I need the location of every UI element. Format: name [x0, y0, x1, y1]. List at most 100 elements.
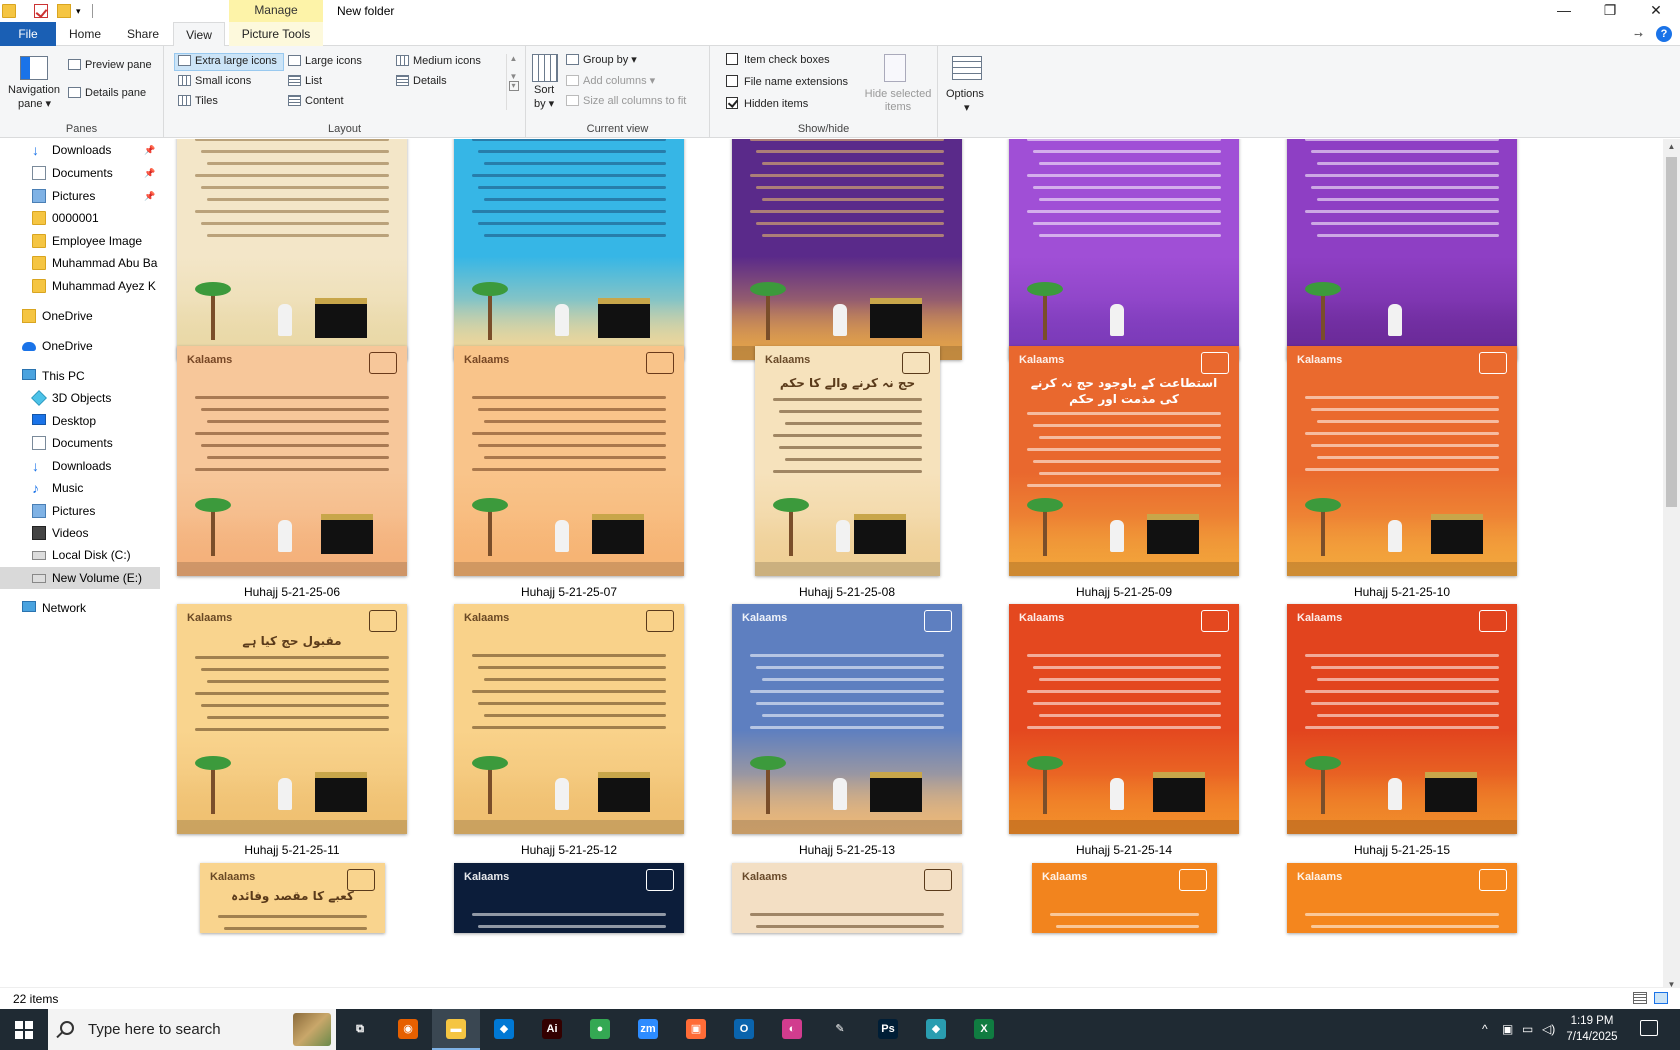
- taskbar-affinity-button[interactable]: ◐: [768, 1009, 816, 1050]
- sidebar-item[interactable]: Network: [0, 597, 160, 619]
- customize-quick-access-icon[interactable]: ▾: [76, 6, 86, 16]
- file-name-label[interactable]: Huhajj 5-21-25-13: [709, 843, 985, 857]
- taskbar-excel-button[interactable]: X: [960, 1009, 1008, 1050]
- image-thumbnail[interactable]: [177, 139, 407, 360]
- sidebar-item[interactable]: Muhammad Ayez K: [0, 275, 160, 297]
- tab-view[interactable]: View: [173, 22, 225, 47]
- sidebar-item[interactable]: OneDrive: [0, 305, 160, 327]
- item-check-boxes-checkbox[interactable]: [726, 53, 738, 65]
- image-thumbnail[interactable]: [732, 139, 962, 360]
- sidebar-item[interactable]: Videos: [0, 522, 160, 544]
- vertical-scrollbar[interactable]: ▲ ▼: [1663, 139, 1680, 993]
- file-name-label[interactable]: Huhajj 5-21-25-07: [431, 585, 707, 599]
- layout-tiles[interactable]: Tiles: [178, 95, 218, 107]
- image-thumbnail[interactable]: Kalaams: [454, 604, 684, 834]
- options-icon[interactable]: [952, 56, 982, 80]
- sidebar-item[interactable]: ♪ Music: [0, 477, 160, 499]
- taskbar-vscode-button[interactable]: ◆: [480, 1009, 528, 1050]
- sidebar-item[interactable]: Documents 📌: [0, 162, 160, 184]
- file-name-label[interactable]: Huhajj 5-21-25-15: [1264, 843, 1540, 857]
- image-thumbnail[interactable]: Kalaams: [732, 604, 962, 834]
- options-button[interactable]: Options: [946, 88, 984, 100]
- sidebar-item[interactable]: Pictures: [0, 500, 160, 522]
- camera-icon[interactable]: ▣: [1502, 1022, 1513, 1036]
- volume-icon[interactable]: ◁): [1542, 1022, 1555, 1036]
- size-all-columns-button[interactable]: Size all columns to fit: [566, 95, 686, 107]
- layout-medium-icons[interactable]: Medium icons: [396, 55, 481, 67]
- layout-details[interactable]: Details: [396, 75, 447, 87]
- hide-selected-items-button[interactable]: Hide selected: [860, 88, 936, 100]
- sidebar-item[interactable]: ↓ Downloads 📌: [0, 139, 160, 161]
- image-thumbnail[interactable]: Kalaams: [177, 346, 407, 576]
- sidebar-item[interactable]: Local Disk (C:): [0, 544, 160, 566]
- sidebar-item[interactable]: 3D Objects: [0, 387, 160, 409]
- item-check-boxes-toggle[interactable]: Item check boxes: [726, 53, 830, 66]
- hidden-items-checkbox[interactable]: [726, 97, 738, 109]
- navigation-pane-icon[interactable]: [20, 56, 48, 80]
- file-name-label[interactable]: Huhajj 5-21-25-11: [160, 843, 430, 857]
- file-name-label[interactable]: Huhajj 5-21-25-14: [986, 843, 1262, 857]
- group-by-button[interactable]: Group by ▾: [566, 53, 637, 66]
- show-hidden-icons-icon[interactable]: ^: [1482, 1022, 1488, 1036]
- large-icons-view-icon[interactable]: [1654, 992, 1668, 1004]
- manage-tab-group[interactable]: Manage: [229, 0, 323, 22]
- sidebar-item[interactable]: Documents: [0, 432, 160, 454]
- file-name-extensions-toggle[interactable]: File name extensions: [726, 75, 848, 88]
- taskbar-task-view-button[interactable]: ⧉: [336, 1009, 384, 1050]
- file-name-label[interactable]: Huhajj 5-21-25-10: [1264, 585, 1540, 599]
- tab-file[interactable]: File: [0, 22, 56, 46]
- pin-ribbon-icon[interactable]: ➙: [1634, 28, 1643, 41]
- sidebar-item[interactable]: This PC: [0, 365, 160, 387]
- hidden-items-toggle[interactable]: Hidden items: [726, 97, 808, 110]
- file-name-label[interactable]: Huhajj 5-21-25-12: [431, 843, 707, 857]
- image-thumbnail[interactable]: Kalaams مقبول حج کیا ہے: [177, 604, 407, 834]
- sidebar-item[interactable]: Pictures 📌: [0, 185, 160, 207]
- layout-extra-large-icons[interactable]: Extra large icons: [178, 55, 277, 67]
- hide-selected-items-button-2[interactable]: items: [860, 101, 936, 113]
- image-thumbnail[interactable]: [454, 139, 684, 360]
- taskbar-chrome-button[interactable]: ●: [576, 1009, 624, 1050]
- maximize-button[interactable]: ❐: [1587, 0, 1633, 22]
- image-thumbnail[interactable]: Kalaams: [1287, 346, 1517, 576]
- image-thumbnail[interactable]: Kalaams: [1032, 863, 1217, 933]
- layout-list[interactable]: List: [288, 75, 322, 87]
- image-thumbnail[interactable]: Kalaams حج نہ کرنے والے کا حکم: [755, 346, 940, 576]
- taskbar-postman-button[interactable]: ▣: [672, 1009, 720, 1050]
- image-thumbnail[interactable]: Kalaams: [454, 346, 684, 576]
- clock[interactable]: 1:19 PM 7/14/2025: [1562, 1013, 1622, 1045]
- network-icon[interactable]: ▭: [1522, 1022, 1533, 1036]
- image-thumbnail[interactable]: Kalaams: [1287, 863, 1517, 933]
- file-name-label[interactable]: Huhajj 5-21-25-08: [709, 585, 985, 599]
- taskbar-pen-tool-button[interactable]: ✎: [816, 1009, 864, 1050]
- sidebar-item[interactable]: Employee Image: [0, 230, 160, 252]
- sort-by-dropdown[interactable]: by ▾: [534, 97, 554, 110]
- layout-small-icons[interactable]: Small icons: [178, 75, 251, 87]
- image-thumbnail[interactable]: Kalaams: [1287, 604, 1517, 834]
- image-thumbnail[interactable]: Kalaams: [732, 863, 962, 933]
- help-icon[interactable]: ?: [1656, 26, 1672, 42]
- scroll-up-arrow-icon[interactable]: ▲: [1663, 139, 1680, 155]
- preview-pane-button[interactable]: Preview pane: [68, 59, 152, 71]
- file-name-label[interactable]: Huhajj 5-21-25-09: [986, 585, 1262, 599]
- taskbar-search-box[interactable]: Type here to search: [48, 1009, 336, 1050]
- sidebar-item[interactable]: 0000001: [0, 207, 160, 229]
- start-button[interactable]: [0, 1009, 48, 1050]
- file-name-label[interactable]: Huhajj 5-21-25-06: [160, 585, 430, 599]
- tab-picture-tools[interactable]: Picture Tools: [229, 22, 323, 46]
- navigation-pane-button[interactable]: Navigation: [8, 84, 60, 96]
- minimize-button[interactable]: —: [1541, 0, 1587, 22]
- details-view-icon[interactable]: [1633, 992, 1647, 1004]
- image-thumbnail[interactable]: [1287, 139, 1517, 360]
- new-folder-icon[interactable]: [57, 4, 71, 18]
- taskbar-file-explorer-button[interactable]: ▬: [432, 1009, 480, 1050]
- taskbar-app-gem-button[interactable]: ◆: [912, 1009, 960, 1050]
- options-dropdown-arrow[interactable]: ▾: [964, 101, 970, 114]
- sort-by-icon[interactable]: [532, 54, 558, 82]
- image-thumbnail[interactable]: [1009, 139, 1239, 360]
- taskbar-photoshop-button[interactable]: Ps: [864, 1009, 912, 1050]
- taskbar-outlook-button[interactable]: O: [720, 1009, 768, 1050]
- image-thumbnail[interactable]: Kalaams کعبے کا مقصد وفائدہ: [200, 863, 385, 933]
- file-name-extensions-checkbox[interactable]: [726, 75, 738, 87]
- notifications-icon[interactable]: [1640, 1020, 1658, 1036]
- layout-large-icons[interactable]: Large icons: [288, 55, 362, 67]
